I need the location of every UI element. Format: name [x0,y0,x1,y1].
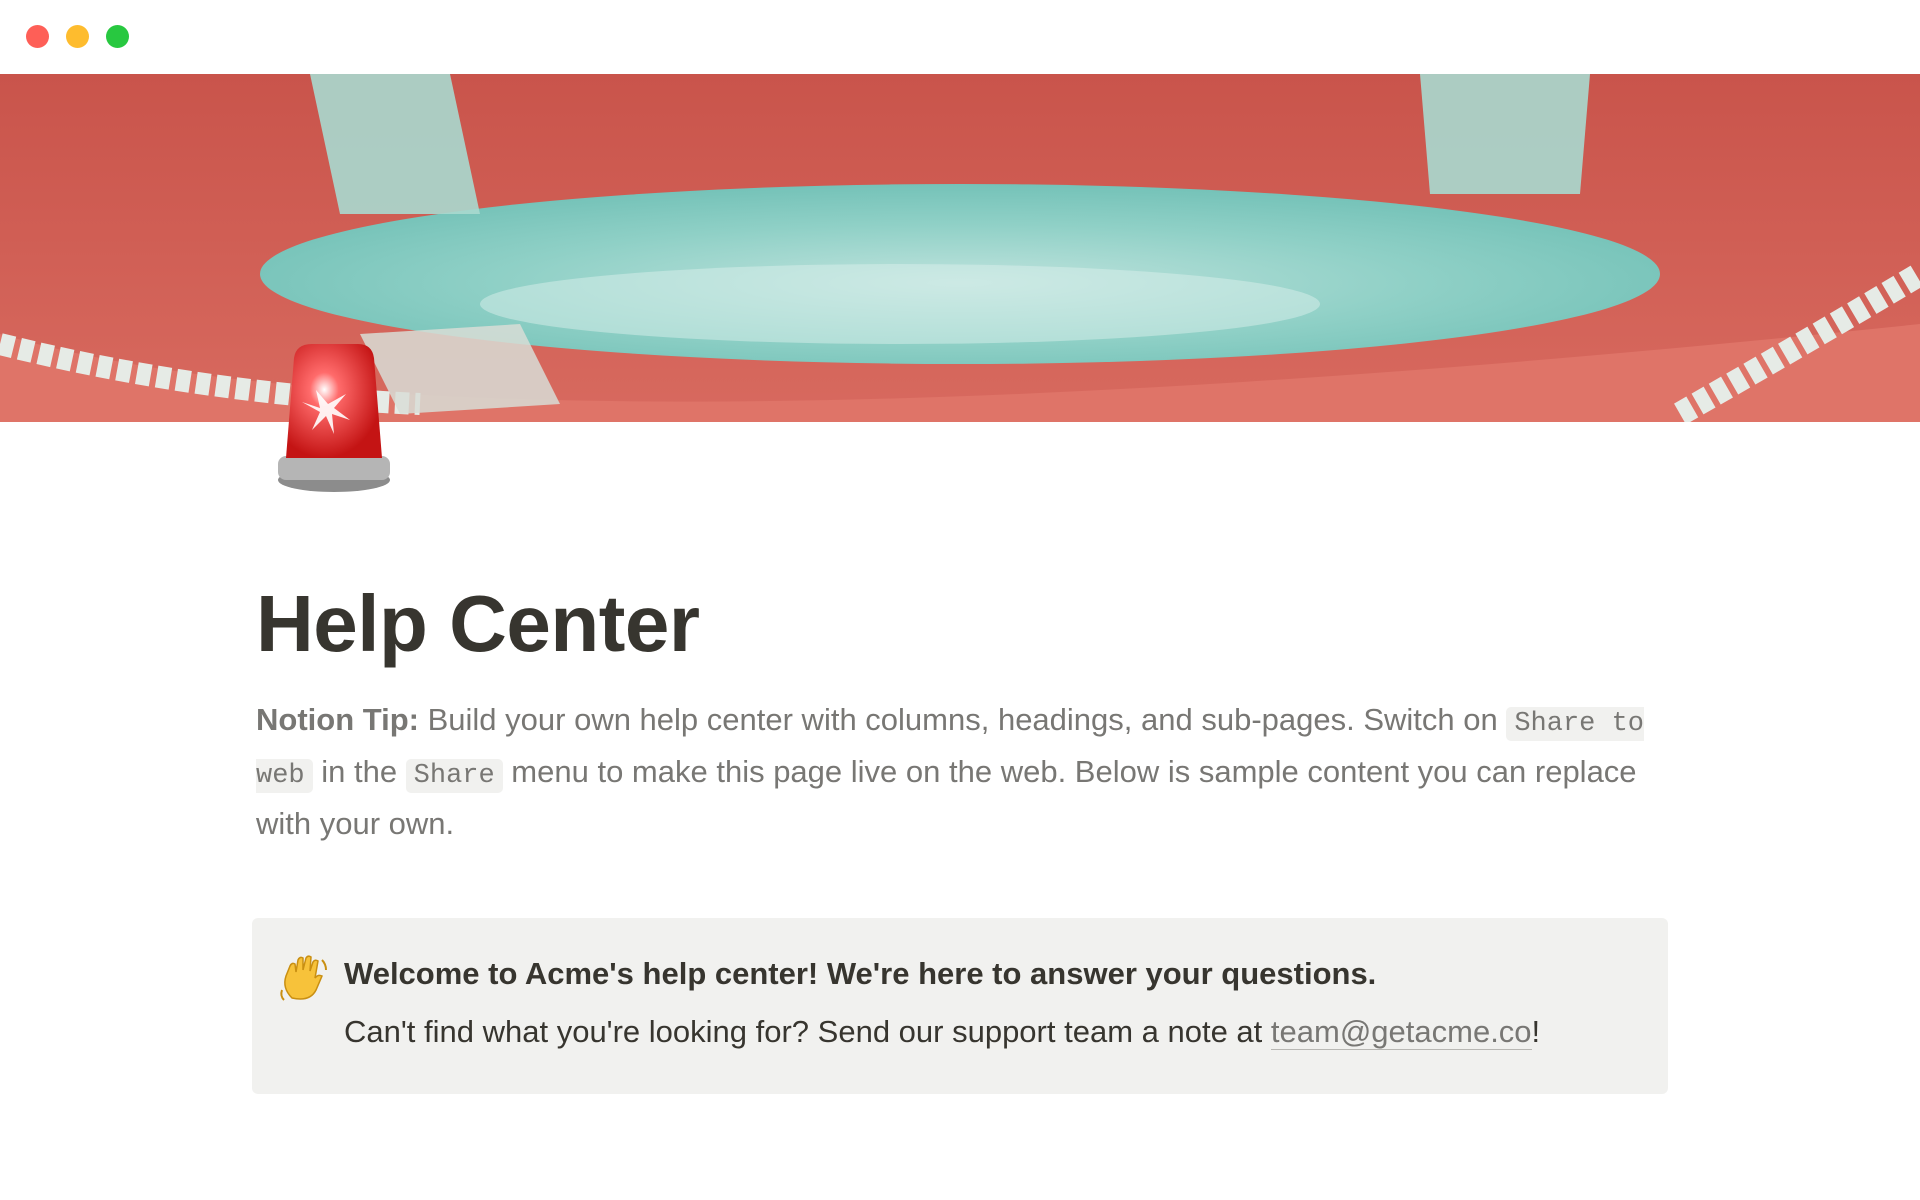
tip-text: Build your own help center with columns,… [419,702,1507,737]
callout-heading: Welcome to Acme's help center! We're her… [344,956,1377,991]
waving-hand-icon [278,952,330,1004]
page-title[interactable]: Help Center [256,578,700,670]
tip-text: in the [312,754,406,789]
notion-tip-paragraph[interactable]: Notion Tip: Build your own help center w… [256,696,1696,848]
share-code: Share [405,759,503,793]
support-email-link[interactable]: team@getacme.co [1270,1014,1532,1050]
page-icon[interactable] [272,338,402,498]
tip-label: Notion Tip: [256,702,419,737]
window-titlebar [0,0,1920,74]
welcome-callout[interactable]: Welcome to Acme's help center! We're her… [252,918,1668,1094]
maximize-window-button[interactable] [106,25,129,48]
callout-body-suffix: ! [1531,1014,1541,1049]
callout-body: Can't find what you're looking for? Send… [344,1014,1540,1050]
police-light-icon [278,344,390,492]
close-window-button[interactable] [26,25,49,48]
callout-body-prefix: Can't find what you're looking for? Send… [344,1014,1271,1049]
minimize-window-button[interactable] [66,25,89,48]
